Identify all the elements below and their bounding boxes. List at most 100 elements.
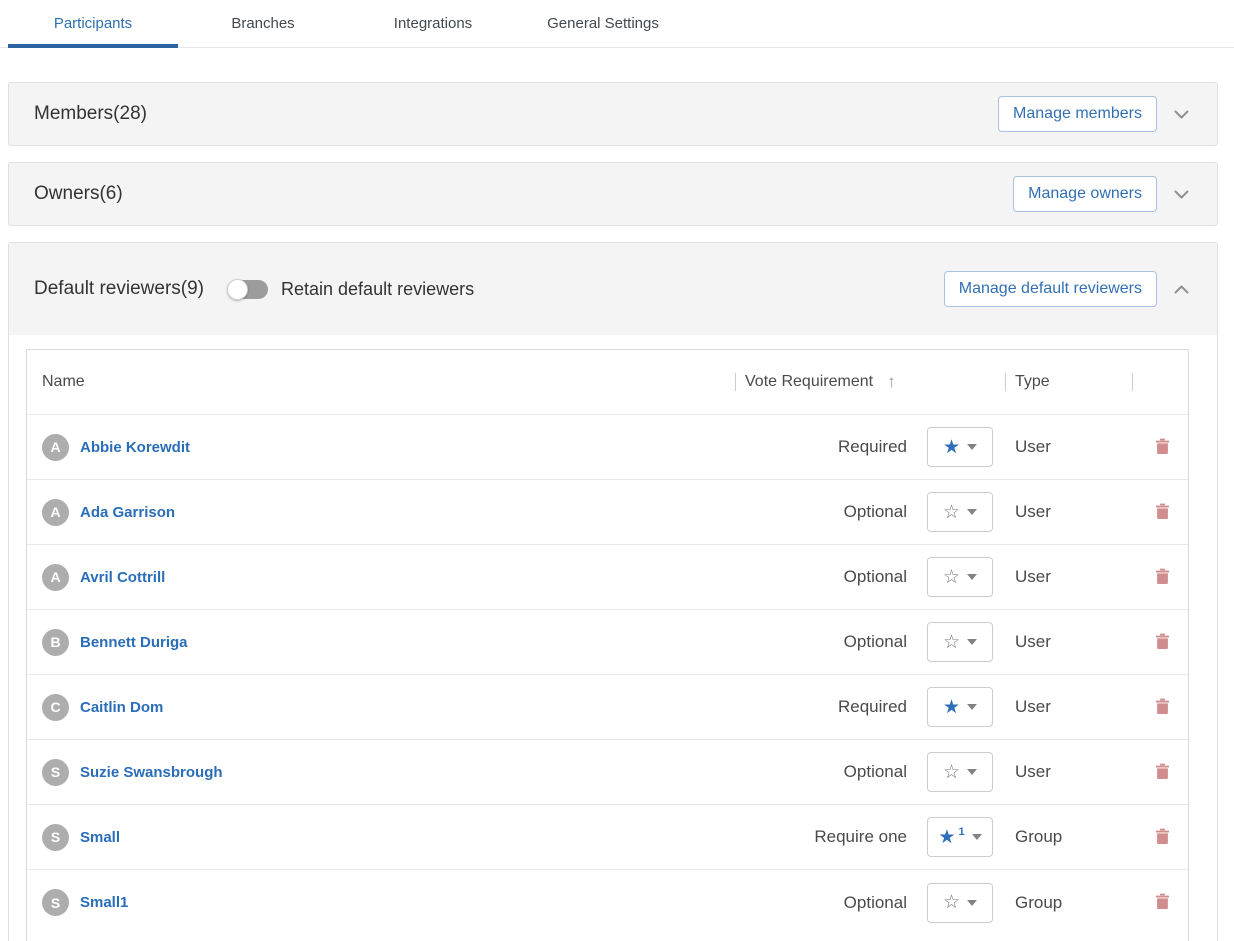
- reviewer-name-link[interactable]: Small1: [80, 894, 128, 911]
- vote-requirement-value: Required: [735, 437, 927, 457]
- vote-requirement-value: Optional: [735, 567, 927, 587]
- avatar: A: [42, 499, 69, 526]
- tab-branches[interactable]: Branches: [178, 0, 348, 47]
- tab-integrations[interactable]: Integrations: [348, 0, 518, 47]
- chevron-down-icon: [1174, 107, 1189, 122]
- table-row: C Caitlin Dom Required ★ User: [27, 675, 1188, 740]
- table-row: S Small Require one ★1 Group: [27, 805, 1188, 870]
- reviewer-name-link[interactable]: Caitlin Dom: [80, 699, 163, 716]
- caret-down-icon: [967, 769, 977, 775]
- reviewer-type-label: User: [1015, 762, 1132, 782]
- trash-icon: [1156, 763, 1169, 782]
- trash-icon: [1156, 503, 1169, 522]
- chevron-up-icon: [1174, 282, 1189, 297]
- default-reviewers-section: Default reviewers(9) Retain default revi…: [8, 242, 1218, 941]
- star-icon: ★: [943, 698, 960, 717]
- caret-down-icon: [967, 574, 977, 580]
- table-row: B Bennett Duriga Optional ☆ User: [27, 610, 1188, 675]
- vote-requirement-dropdown[interactable]: ★: [927, 427, 993, 467]
- star-icon: ☆: [943, 568, 960, 587]
- delete-reviewer-button[interactable]: [1132, 633, 1192, 652]
- vote-requirement-dropdown[interactable]: ☆: [927, 883, 993, 923]
- trash-icon: [1156, 438, 1169, 457]
- owners-expand-toggle[interactable]: [1172, 185, 1191, 204]
- default-reviewers-section-header: Default reviewers(9) Retain default revi…: [9, 243, 1217, 335]
- delete-reviewer-button[interactable]: [1132, 893, 1192, 912]
- vote-requirement-value: Optional: [735, 893, 927, 913]
- manage-members-button[interactable]: Manage members: [998, 96, 1157, 132]
- chevron-down-icon: [1174, 187, 1189, 202]
- reviewer-name-link[interactable]: Avril Cottrill: [80, 569, 165, 586]
- caret-down-icon: [967, 444, 977, 450]
- members-section-header: Members(28) Manage members: [9, 83, 1217, 145]
- reviewer-type-label: User: [1015, 632, 1132, 652]
- vote-requirement-dropdown[interactable]: ☆: [927, 492, 993, 532]
- caret-down-icon: [967, 639, 977, 645]
- tab-general-settings[interactable]: General Settings: [518, 0, 688, 47]
- avatar: S: [42, 759, 69, 786]
- avatar: A: [42, 434, 69, 461]
- delete-reviewer-button[interactable]: [1132, 568, 1192, 587]
- avatar: A: [42, 564, 69, 591]
- owners-section-header: Owners(6) Manage owners: [9, 163, 1217, 225]
- manage-default-reviewers-button[interactable]: Manage default reviewers: [944, 271, 1157, 307]
- trash-icon: [1156, 633, 1169, 652]
- caret-down-icon: [967, 509, 977, 515]
- column-header-vote-requirement[interactable]: Vote Requirement ↑: [735, 372, 1005, 392]
- reviewer-type-label: User: [1015, 567, 1132, 587]
- delete-reviewer-button[interactable]: [1132, 763, 1192, 782]
- reviewer-name-link[interactable]: Bennett Duriga: [80, 634, 188, 651]
- table-row: A Avril Cottrill Optional ☆ User: [27, 545, 1188, 610]
- delete-reviewer-button[interactable]: [1132, 503, 1192, 522]
- reviewers-table: Name Vote Requirement ↑ Type A Abbie Kor…: [26, 349, 1189, 941]
- trash-icon: [1156, 568, 1169, 587]
- vote-requirement-dropdown[interactable]: ☆: [927, 557, 993, 597]
- default-reviewers-collapse-toggle[interactable]: [1172, 280, 1191, 299]
- delete-reviewer-button[interactable]: [1132, 828, 1192, 847]
- table-row: S Small1 Optional ☆ Group: [27, 870, 1188, 935]
- reviewer-type-label: Group: [1015, 893, 1132, 913]
- avatar: C: [42, 694, 69, 721]
- settings-tab-bar: Participants Branches Integrations Gener…: [0, 0, 1234, 48]
- table-row: A Abbie Korewdit Required ★ User: [27, 415, 1188, 480]
- delete-reviewer-button[interactable]: [1132, 438, 1192, 457]
- retain-default-reviewers-toggle[interactable]: [228, 280, 268, 299]
- owners-title: Owners(6): [34, 183, 123, 205]
- vote-requirement-dropdown[interactable]: ★: [927, 687, 993, 727]
- vote-requirement-value: Require one: [735, 827, 927, 847]
- reviewer-name-link[interactable]: Ada Garrison: [80, 504, 175, 521]
- delete-reviewer-button[interactable]: [1132, 698, 1192, 717]
- vote-requirement-dropdown[interactable]: ★1: [927, 817, 993, 857]
- reviewers-table-header: Name Vote Requirement ↑ Type: [27, 350, 1188, 415]
- default-reviewers-body: Name Vote Requirement ↑ Type A Abbie Kor…: [9, 335, 1217, 941]
- avatar: S: [42, 824, 69, 851]
- column-header-type: Type: [1005, 373, 1132, 391]
- default-reviewers-title: Default reviewers(9): [34, 278, 204, 300]
- manage-owners-button[interactable]: Manage owners: [1013, 176, 1157, 212]
- reviewer-type-label: User: [1015, 697, 1132, 717]
- members-expand-toggle[interactable]: [1172, 105, 1191, 124]
- star-icon: ★: [943, 438, 960, 457]
- vote-requirement-value: Optional: [735, 762, 927, 782]
- vote-requirement-header-label: Vote Requirement: [745, 373, 873, 391]
- table-row-partial: [27, 935, 1188, 941]
- reviewer-name-link[interactable]: Small: [80, 829, 120, 846]
- reviewer-name-link[interactable]: Suzie Swansbrough: [80, 764, 223, 781]
- vote-requirement-dropdown[interactable]: ☆: [927, 752, 993, 792]
- table-body: A Abbie Korewdit Required ★ User A Ada G…: [27, 415, 1188, 935]
- vote-requirement-dropdown[interactable]: ☆: [927, 622, 993, 662]
- vote-requirement-value: Optional: [735, 502, 927, 522]
- members-section: Members(28) Manage members: [8, 82, 1218, 146]
- reviewer-type-label: User: [1015, 437, 1132, 457]
- vote-requirement-value: Required: [735, 697, 927, 717]
- trash-icon: [1156, 828, 1169, 847]
- star-icon: ☆: [943, 503, 960, 522]
- retain-default-reviewers-label: Retain default reviewers: [281, 279, 474, 300]
- toggle-knob: [227, 279, 248, 300]
- reviewer-type-label: Group: [1015, 827, 1132, 847]
- column-header-name: Name: [27, 373, 735, 391]
- tab-participants[interactable]: Participants: [8, 0, 178, 47]
- reviewer-name-link[interactable]: Abbie Korewdit: [80, 439, 190, 456]
- avatar: S: [42, 889, 69, 916]
- members-title: Members(28): [34, 103, 147, 125]
